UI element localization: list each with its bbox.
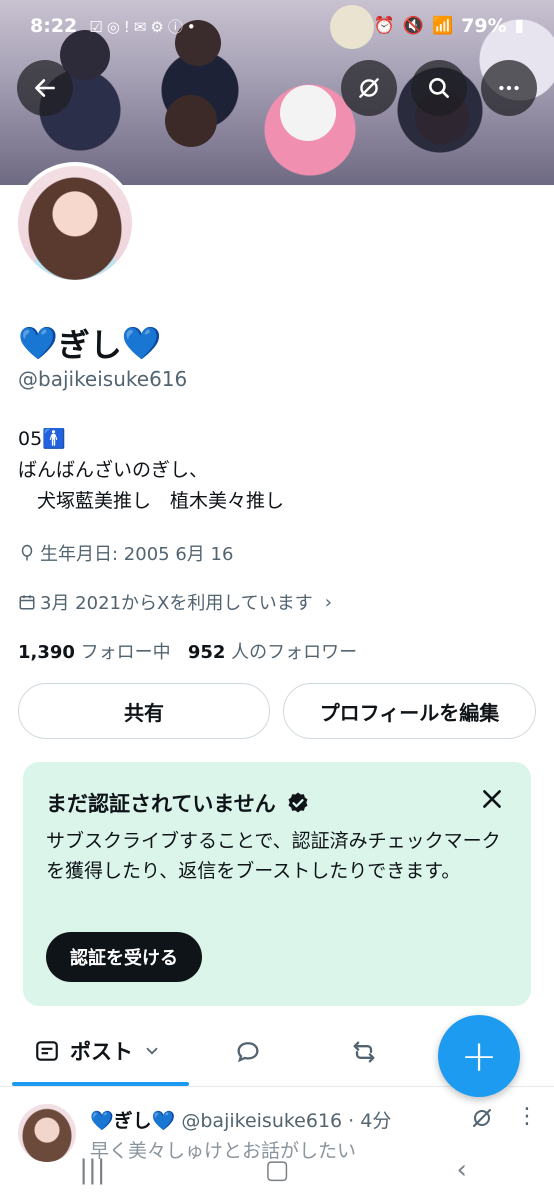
blue-heart-emoji: 💙 <box>18 324 58 362</box>
verified-badge-icon <box>288 792 308 813</box>
grok-button[interactable] <box>341 60 397 116</box>
post-more-icon[interactable]: ⋮ <box>516 1104 538 1129</box>
post-handle-time: @bajikeisuke616 · 4分 <box>181 1110 392 1132</box>
verification-body: サブスクライブすることで、認証済みチェックマークを獲得したり、返信をブーストした… <box>46 830 501 882</box>
tab-posts-label: ポスト <box>70 1040 133 1064</box>
joined-row[interactable]: 3月 2021からXを利用しています › <box>18 589 332 615</box>
banner-figure <box>280 85 336 141</box>
status-bar: 8:22 ☑◎!✉⚙ⓘ• ⏰ 🔇 📶 79% ▮ <box>0 0 554 52</box>
alarm-icon: ⏰ <box>373 16 395 36</box>
profile-avatar[interactable] <box>14 162 136 284</box>
more-icon <box>499 85 519 91</box>
back-arrow-icon <box>35 79 55 97</box>
wifi-icon: 📶 <box>431 16 454 36</box>
edit-profile-button[interactable]: プロフィールを編集 <box>283 683 536 739</box>
home-icon[interactable]: ▢ <box>247 1155 307 1185</box>
following-link[interactable]: 1,390 フォロー中 <box>18 642 171 663</box>
verification-title-row: まだ認証されていません <box>46 788 310 818</box>
verification-card: まだ認証されていません サブスクライブすることで、認証済みチェックマークを獲得し… <box>23 762 531 1006</box>
close-icon[interactable] <box>479 786 505 812</box>
followers-label: 人のフォロワー <box>231 642 358 663</box>
back-button[interactable] <box>17 60 73 116</box>
banner-figure <box>165 95 217 147</box>
follow-stats: 1,390 フォロー中 952 人のフォロワー <box>18 638 357 664</box>
blue-heart-emoji: 💙 <box>121 324 162 362</box>
repost-tab-icon[interactable] <box>350 1038 378 1066</box>
chevron-down-icon <box>146 1047 158 1055</box>
recent-apps-icon[interactable]: ||| <box>62 1155 122 1185</box>
grok-icon[interactable] <box>470 1106 494 1130</box>
birthday-row: 生年月日: 2005 6月 16 <box>18 540 233 566</box>
more-button[interactable] <box>481 60 537 116</box>
post-header: 💙ぎし💙 @bajikeisuke616 · 4分 <box>90 1106 391 1133</box>
balloon-icon <box>21 544 33 561</box>
back-nav-icon[interactable]: ‹ <box>432 1155 492 1185</box>
system-nav-bar: ||| ▢ ‹ <box>0 1140 554 1200</box>
birthday-text: 生年月日: 2005 6月 16 <box>40 544 234 565</box>
mute-icon: 🔇 <box>402 16 424 36</box>
following-label: フォロー中 <box>80 642 171 663</box>
status-time: 8:22 <box>30 15 78 37</box>
tab-posts[interactable]: ポスト <box>34 1036 161 1066</box>
search-button[interactable] <box>411 60 467 116</box>
grok-icon <box>359 78 379 98</box>
followers-link[interactable]: 952 人のフォロワー <box>188 642 357 663</box>
search-icon <box>429 78 449 98</box>
compose-post-button[interactable]: + <box>438 1015 520 1097</box>
profile-bio: 05🚹 ばんばんざいのぎし、 犬塚藍美推し 植木美々推し <box>18 428 285 512</box>
post-author-name: 💙ぎし💙 <box>90 1110 176 1132</box>
followers-count: 952 <box>187 642 226 663</box>
replies-tab-icon[interactable] <box>234 1038 262 1066</box>
battery-percent: 79% <box>461 15 507 37</box>
profile-display-name: 💙 ぎし 💙 <box>18 320 162 366</box>
calendar-icon <box>19 595 35 610</box>
get-verified-button[interactable]: 認証を受ける <box>46 932 202 982</box>
verification-title: まだ認証されていません <box>46 792 276 816</box>
display-name-text: ぎし <box>57 326 122 364</box>
posts-list-icon <box>36 1041 58 1061</box>
notification-icons: ☑◎!✉⚙ⓘ• <box>89 17 200 36</box>
battery-icon: ▮ <box>514 16 524 36</box>
chevron-right-icon: › <box>324 591 332 613</box>
following-count: 1,390 <box>18 642 75 663</box>
profile-handle: @bajikeisuke616 <box>18 367 188 391</box>
share-button[interactable]: 共有 <box>18 683 270 739</box>
plus-icon: + <box>460 1030 498 1082</box>
joined-text: 3月 2021からXを利用しています <box>40 593 313 614</box>
